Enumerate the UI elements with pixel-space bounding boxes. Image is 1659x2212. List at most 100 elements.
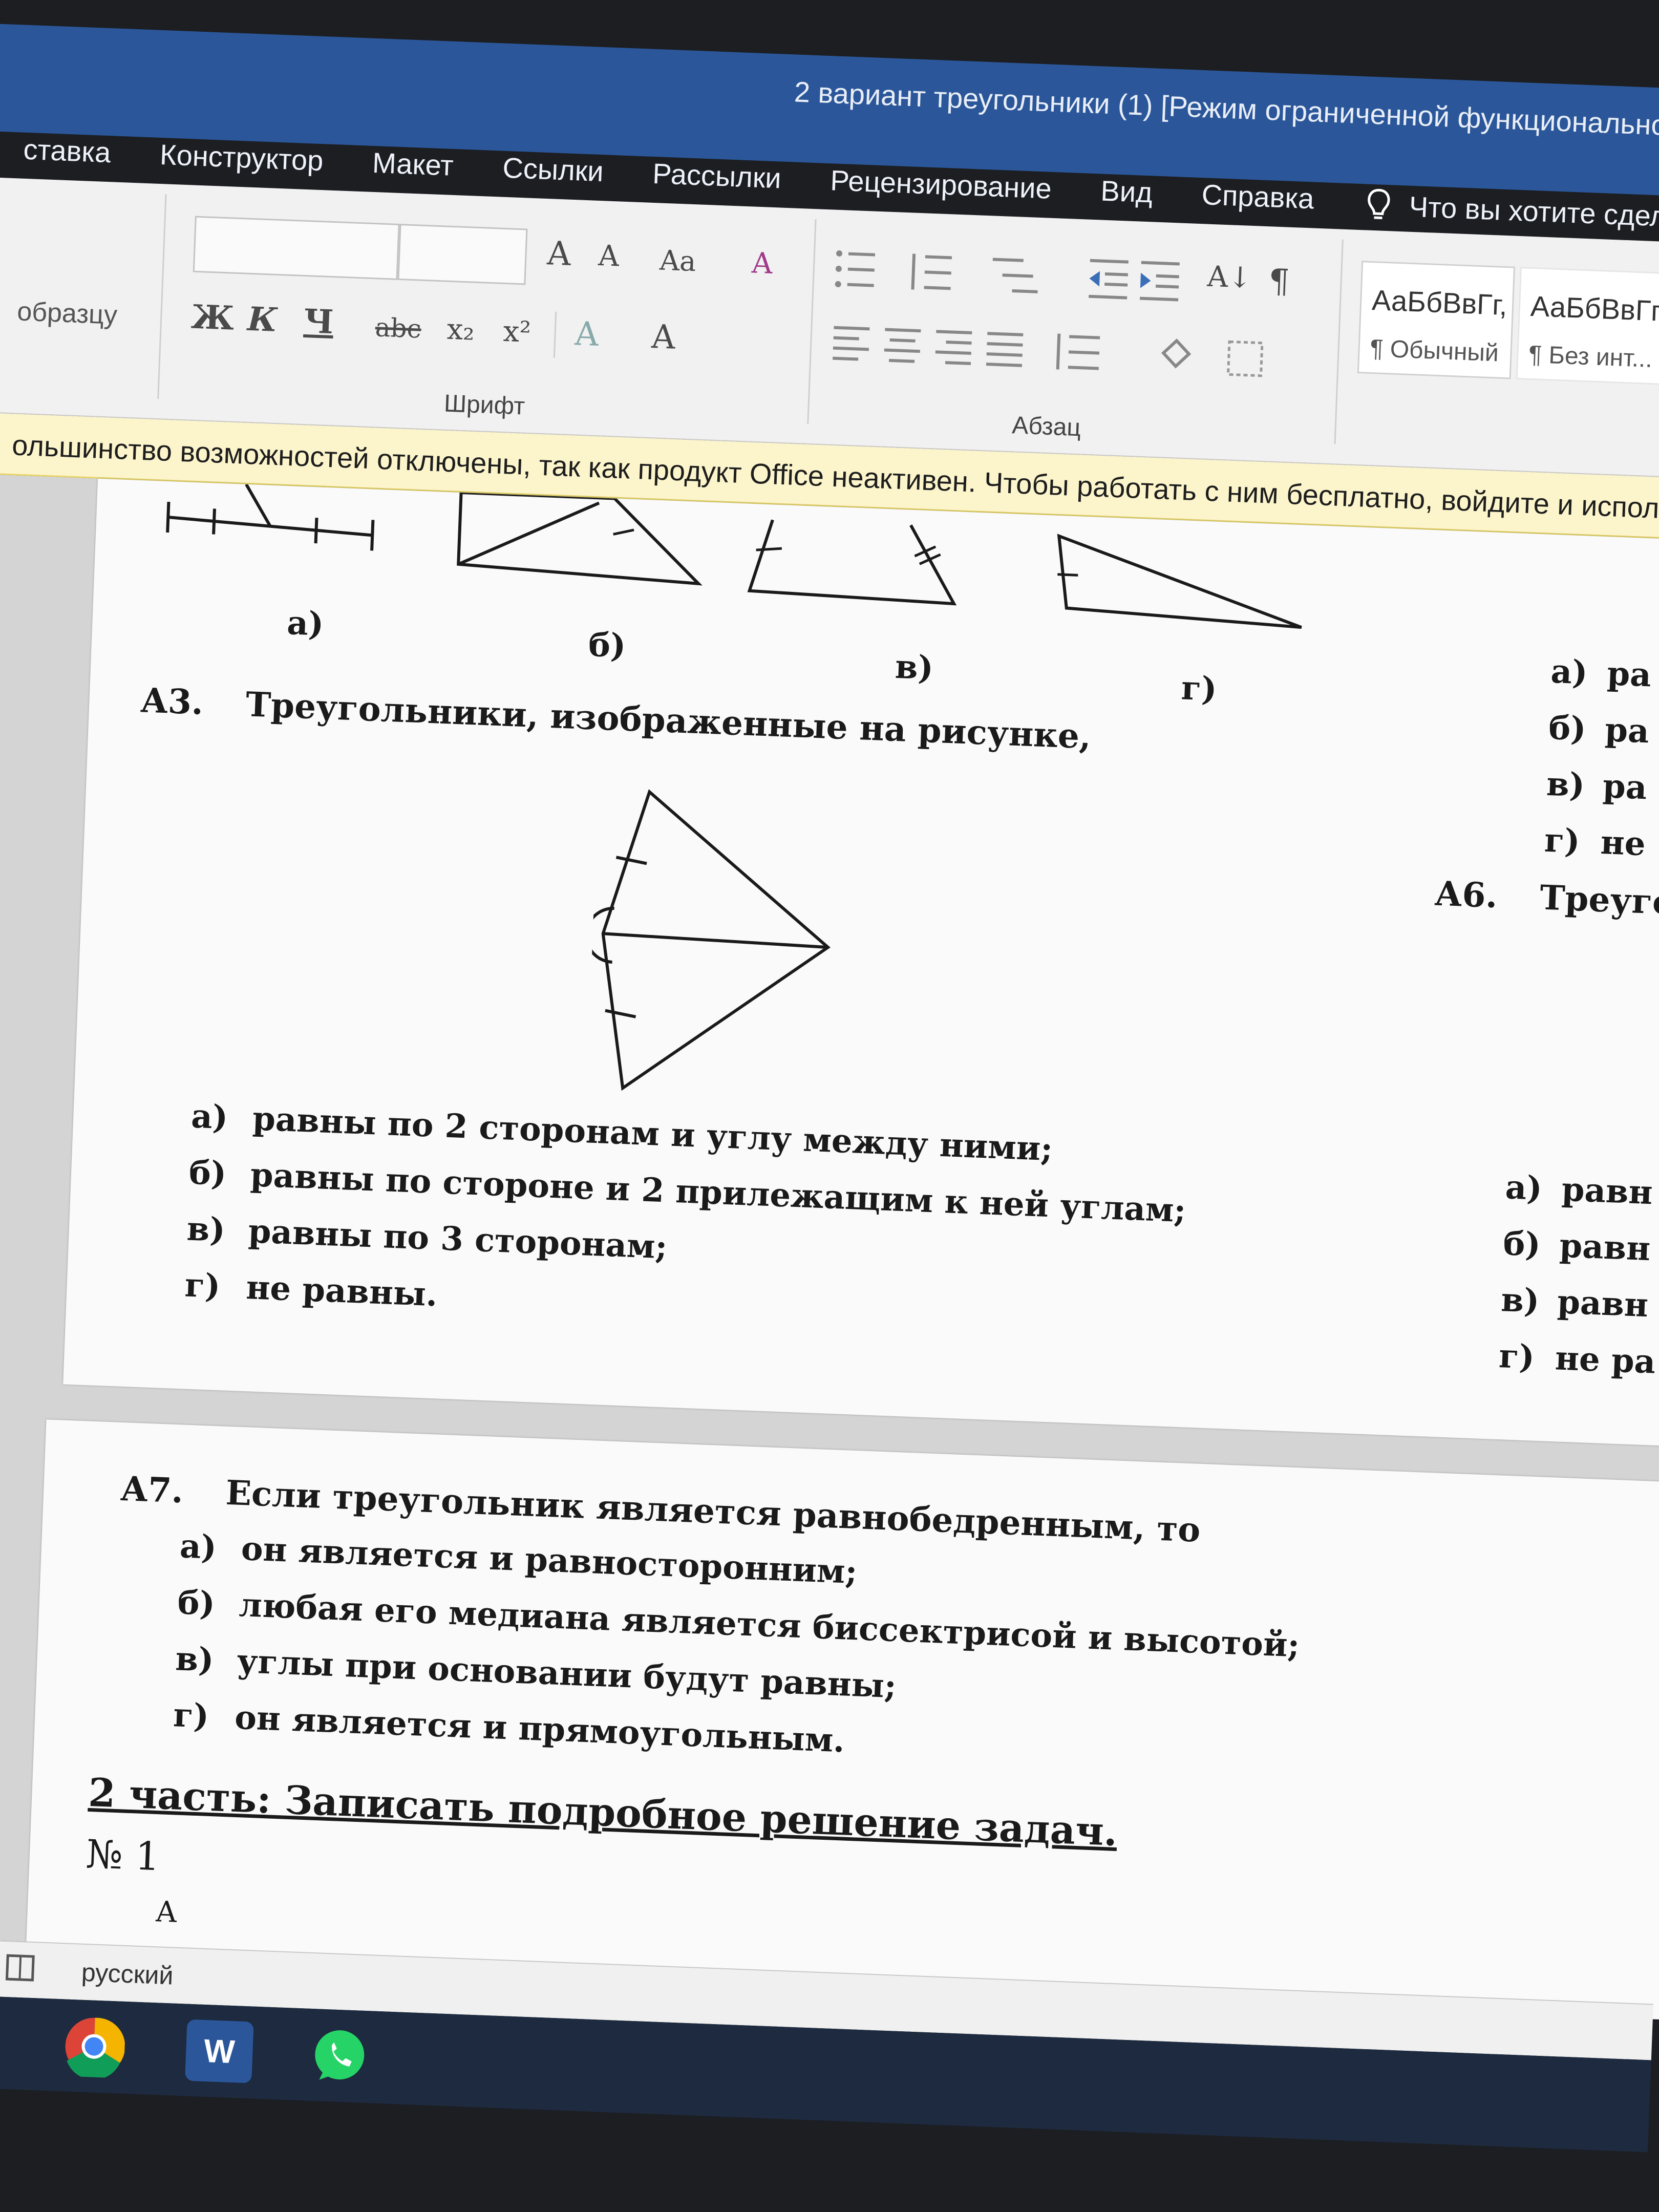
right-answer-g[interactable]: г) не [1544,821,1646,864]
chrome-icon[interactable] [62,2014,126,2078]
bullets-icon[interactable] [833,246,890,294]
sort-icon[interactable]: A↓ [1207,260,1253,295]
bold-button[interactable]: Ж [190,298,235,338]
paragraph-group-label: Абзац [1011,412,1081,442]
language-indicator[interactable]: русский [81,1958,174,1991]
tab-view[interactable]: Вид [1075,163,1178,228]
segment-figure [166,483,375,551]
ribbon-separator [553,311,557,358]
word-icon[interactable]: W [185,2019,254,2083]
answer-letter: б) [177,1583,216,1624]
answer-text: ра [1606,654,1652,695]
grow-font-button[interactable]: A [546,235,571,273]
right-answer-a6-g[interactable]: г) не ра [1498,1337,1656,1381]
answer-text: не [1600,823,1646,864]
answer-letter: а) [1504,1168,1543,1208]
answer-text: он является и прямоугольным. [233,1698,846,1760]
font-size-combo[interactable] [397,223,528,285]
decrease-indent-icon[interactable] [1083,255,1131,303]
answer-letter: в) [175,1640,215,1680]
shrink-font-button[interactable]: A [598,239,620,273]
subscript-button[interactable]: x₂ [446,313,475,347]
right-answer-v[interactable]: в) ра [1546,765,1648,807]
kite-triangles-figure [586,789,831,1091]
question-number: А3. [140,680,204,722]
tab-layout[interactable]: Макет [347,135,479,201]
answer-a3-a[interactable]: а) равны по 2 сторонам и углу между ними; [190,1097,1053,1169]
justify-icon[interactable] [984,328,1026,371]
answer-letter: в) [1545,764,1586,805]
ribbon-separator [1334,239,1344,444]
question-text: Треугольники, изображенные на рисунке, [245,684,1092,757]
answer-text: равн [1559,1226,1651,1269]
font-color-button[interactable]: A [651,318,676,357]
right-answer-a6-b[interactable]: б) равн [1502,1224,1651,1268]
right-answer-a6-a[interactable]: а) равн [1505,1168,1653,1212]
figure-label-b: б) [587,625,627,666]
change-case-button[interactable]: Aa [659,244,697,278]
triangle-figure-g [1057,534,1302,629]
answer-letter: а) [179,1527,218,1567]
borders-icon[interactable] [1224,337,1266,380]
line-spacing-icon[interactable] [1050,328,1102,376]
clear-format-button[interactable]: A [751,246,773,281]
italic-button[interactable]: К [247,300,278,339]
style-normal[interactable]: АаБбВвГг, ¶ Обычный [1357,261,1516,379]
answer-text: равн [1561,1170,1653,1213]
answer-letter: в) [1500,1281,1540,1321]
tab-insert[interactable]: ставка [22,122,136,188]
tell-me-text: Что вы хотите сделать? [1408,190,1659,235]
superscript-button[interactable]: x² [502,315,531,349]
font-group-label: Шрифт [443,390,526,420]
answer-letter: а) [1550,652,1588,692]
font-name-combo[interactable] [193,216,400,280]
answer-a7-v[interactable]: в) углы при основании будут равны; [175,1640,897,1706]
right-answer-a[interactable]: а) ра [1550,652,1652,694]
question-number: А6. [1434,873,1499,916]
text-effects-button[interactable]: A [574,315,599,354]
answer-text: равны по 2 сторонам и углу между ними; [251,1099,1054,1169]
answer-a7-g[interactable]: г) он является и прямоугольным. [173,1696,845,1760]
underline-button[interactable]: Ч [303,302,334,342]
page-2[interactable]: А7. Если треугольник является равнобедре… [26,1419,1659,2020]
word-letter: W [203,2032,236,2071]
whatsapp-icon[interactable] [308,2024,372,2088]
task-number: № 1 [85,1831,161,1880]
question-text: Треуго [1539,877,1659,923]
answer-letter: б) [1502,1224,1542,1264]
answer-a7-a[interactable]: а) он является и равносторонним; [179,1527,858,1591]
format-painter-label[interactable]: образцу [16,296,118,330]
style-sample: АаБбВвГг, [1529,289,1659,328]
question-a6: А6. Треуго [1434,874,1659,923]
multilevel-list-icon[interactable] [986,251,1044,300]
right-answer-a6-v[interactable]: в) равн [1500,1281,1649,1325]
lightbulb-icon [1367,188,1390,220]
right-answer-b[interactable]: б) ра [1548,709,1650,751]
answer-a3-v[interactable]: в) равны по 3 сторонам; [186,1210,668,1267]
align-left-icon[interactable] [830,322,873,365]
answer-text: углы при основании будут равны; [236,1642,897,1706]
align-center-icon[interactable] [881,324,924,367]
proofing-icon[interactable] [4,1953,41,1985]
align-right-icon[interactable] [932,326,975,369]
answer-letter: г) [173,1696,210,1736]
answer-a3-g[interactable]: г) не равны. [184,1266,438,1314]
document-canvas[interactable]: а) б) в) г) А3. Треугольники, изображенн… [0,474,1659,2020]
shading-icon[interactable] [1152,332,1200,380]
style-sample: АаБбВвГг, [1371,284,1508,322]
answer-letter: б) [188,1153,227,1194]
strikethrough-button[interactable]: abc [375,312,422,344]
style-name: ¶ Без инт... [1528,341,1653,373]
figure-label-a: а) [286,604,325,644]
increase-indent-icon[interactable] [1135,257,1182,305]
page-1[interactable]: а) б) в) г) А3. Треугольники, изображенн… [63,478,1659,1448]
screen: 2 вариант треугольники (1) [Режим ограни… [0,0,1659,2212]
style-no-spacing[interactable]: АаБбВвГг, ¶ Без инт... [1516,267,1659,387]
style-name: ¶ Обычный [1369,334,1499,367]
answer-text: не ра [1554,1339,1656,1381]
figure-label-v: в) [894,647,934,688]
answer-letter: г) [1543,821,1581,861]
show-formatting-icon[interactable]: ¶ [1268,262,1290,301]
numbering-icon[interactable] [909,248,967,296]
answer-text: равны по 3 сторонам; [247,1212,668,1267]
